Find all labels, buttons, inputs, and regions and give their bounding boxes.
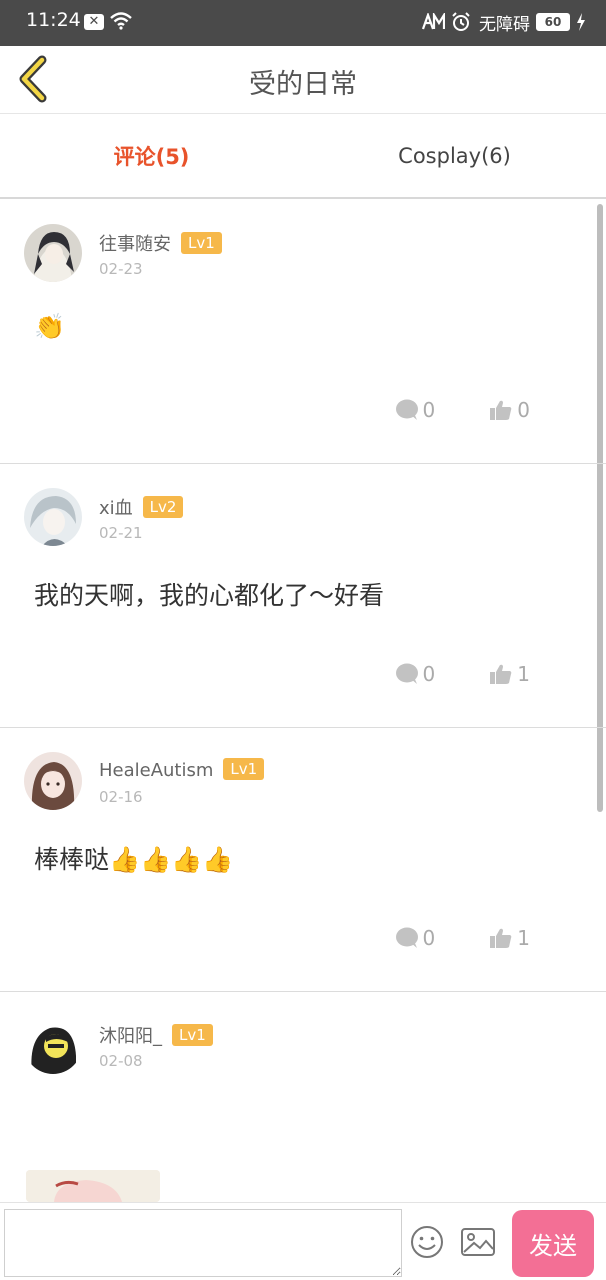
like-button[interactable]: 0 bbox=[489, 398, 530, 422]
reply-button[interactable]: 0 bbox=[395, 662, 436, 686]
tab-cosplay[interactable]: Cosplay(6) bbox=[303, 115, 606, 197]
status-time: 11:24 bbox=[26, 9, 81, 31]
comment-content: 棒棒哒👍👍👍👍 bbox=[34, 845, 234, 874]
wifi-icon bbox=[110, 12, 132, 30]
comment-input[interactable] bbox=[4, 1209, 402, 1277]
username-text: xi血 bbox=[99, 498, 133, 519]
send-button[interactable]: 发送 bbox=[512, 1210, 594, 1277]
alarm-icon bbox=[452, 12, 470, 31]
comment-actions: 0 0 bbox=[395, 398, 530, 422]
car-mode-icon bbox=[421, 13, 445, 30]
comment-date: 02-16 bbox=[99, 788, 143, 806]
comment-bubble-icon bbox=[395, 927, 418, 948]
comment-image-thumbnail[interactable] bbox=[26, 1170, 160, 1202]
level-badge: Lv1 bbox=[223, 758, 265, 780]
header: 受的日常 bbox=[0, 46, 606, 114]
comment-actions: 0 1 bbox=[395, 926, 530, 950]
thumbs-up-icon bbox=[490, 400, 512, 420]
page-title: 受的日常 bbox=[249, 69, 357, 100]
comment-username[interactable]: xi血 Lv2 bbox=[99, 494, 184, 520]
comment-username[interactable]: 往事随安 Lv1 bbox=[99, 230, 222, 256]
level-badge: Lv1 bbox=[172, 1024, 213, 1046]
comment-content: 我的天啊，我的心都化了～好看 bbox=[34, 581, 385, 610]
comment-date: 02-21 bbox=[99, 524, 143, 542]
comment-item: 往事随安 Lv1 02-23 👏 0 0 bbox=[0, 200, 606, 464]
comment-date: 02-23 bbox=[99, 260, 143, 278]
tab-comments[interactable]: 评论(5) bbox=[0, 115, 303, 197]
comment-bubble-icon bbox=[395, 663, 418, 684]
charging-icon bbox=[577, 13, 585, 31]
thumbs-up-icon bbox=[490, 664, 512, 684]
comment-content: 👏 bbox=[34, 312, 66, 341]
comment-username[interactable]: 沐阳阳_ Lv1 bbox=[99, 1022, 213, 1048]
comment-bubble-icon bbox=[395, 399, 418, 420]
comment-username[interactable]: HealeAutism Lv1 bbox=[99, 758, 265, 781]
smiley-icon bbox=[411, 1226, 443, 1258]
comment-item: HealeAutism Lv1 02-16 棒棒哒👍👍👍👍 0 1 bbox=[0, 728, 606, 992]
thumbs-up-icon bbox=[490, 928, 512, 948]
comment-item: xi血 Lv2 02-21 我的天啊，我的心都化了～好看 0 1 bbox=[0, 464, 606, 728]
comment-input-bar: 发送 bbox=[0, 1202, 606, 1280]
like-button[interactable]: 1 bbox=[489, 662, 530, 686]
comment-date: 02-08 bbox=[99, 1052, 143, 1070]
reply-count: 0 bbox=[422, 926, 436, 950]
username-text: 往事随安 bbox=[99, 234, 171, 255]
reply-button[interactable]: 0 bbox=[395, 926, 436, 950]
emoji-button[interactable] bbox=[410, 1225, 444, 1259]
image-icon bbox=[461, 1228, 495, 1256]
like-count: 0 bbox=[517, 398, 530, 422]
comment-list[interactable]: 往事随安 Lv1 02-23 👏 0 0 xi血 Lv2 02-21 我的天啊，… bbox=[0, 200, 606, 1202]
battery-icon: 60 bbox=[536, 13, 570, 31]
tab-bar: 评论(5) Cosplay(6) bbox=[0, 115, 606, 199]
avatar[interactable] bbox=[24, 1016, 82, 1074]
reply-button[interactable]: 0 bbox=[395, 398, 436, 422]
reply-count: 0 bbox=[422, 662, 436, 686]
avatar[interactable] bbox=[24, 752, 82, 810]
level-badge: Lv2 bbox=[142, 496, 184, 518]
like-count: 1 bbox=[517, 926, 530, 950]
level-badge: Lv1 bbox=[181, 232, 222, 254]
image-button[interactable] bbox=[460, 1227, 496, 1257]
username-text: 沐阳阳_ bbox=[99, 1026, 162, 1047]
avatar[interactable] bbox=[24, 224, 82, 282]
like-button[interactable]: 1 bbox=[489, 926, 530, 950]
reply-count: 0 bbox=[422, 398, 436, 422]
status-bar: 11:24 ✕ 无障碍 60 bbox=[0, 0, 606, 46]
notification-icon: ✕ bbox=[84, 14, 104, 30]
comment-actions: 0 1 bbox=[395, 662, 530, 686]
like-count: 1 bbox=[517, 662, 530, 686]
accessibility-label: 无障碍 bbox=[479, 14, 530, 35]
username-text: HealeAutism bbox=[99, 760, 214, 781]
avatar[interactable] bbox=[24, 488, 82, 546]
